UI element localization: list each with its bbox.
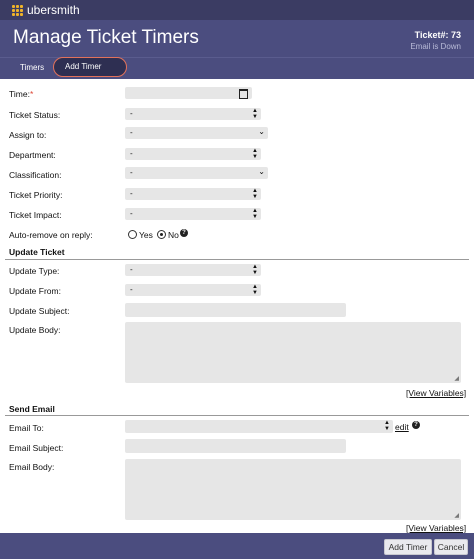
yes-label: Yes (139, 230, 153, 240)
update-from-select[interactable]: - ▲ ▼ (125, 284, 261, 296)
updown-arrow-icon: ▲ ▼ (252, 108, 258, 120)
resize-handle-icon[interactable]: ◢ (454, 512, 459, 519)
update-subject-label: Update Subject: (9, 306, 70, 316)
email-to-edit-link[interactable]: edit (395, 422, 409, 432)
required-marker: * (29, 89, 34, 99)
top-bar: ubersmith (0, 0, 474, 20)
ticket-impact-select[interactable]: - ▲ ▼ (125, 208, 261, 220)
add-timer-button[interactable]: Add Timer (384, 539, 432, 555)
email-body-textarea[interactable]: ◢ (125, 459, 461, 520)
update-from-value: - (130, 285, 133, 294)
department-select[interactable]: - ▲ ▼ (125, 148, 261, 160)
cancel-button[interactable]: Cancel (434, 539, 468, 555)
update-type-select[interactable]: - ▲ ▼ (125, 264, 261, 276)
email-body-label: Email Body: (9, 462, 55, 472)
send-email-heading: Send Email (9, 404, 55, 414)
email-subject-input[interactable] (125, 439, 346, 453)
updown-arrow-icon: ▲ ▼ (252, 188, 258, 200)
ticket-priority-value: - (130, 189, 133, 198)
ticket-status-label: Ticket Status: (9, 110, 61, 120)
email-to-label: Email To: (9, 423, 44, 433)
tab-timers[interactable]: Timers (20, 63, 44, 72)
calendar-icon[interactable] (239, 89, 248, 99)
resize-handle-icon[interactable]: ◢ (454, 375, 459, 382)
ticket-number: Ticket#: 73 (414, 30, 461, 40)
department-label: Department: (9, 150, 56, 160)
help-icon[interactable]: ? (412, 421, 420, 429)
page-title: Manage Ticket Timers (13, 27, 199, 48)
ticket-status-value: - (130, 109, 133, 118)
time-label: Time:* (9, 89, 34, 99)
brand-name[interactable]: ubersmith (27, 3, 80, 17)
department-value: - (130, 149, 133, 158)
assign-to-value: - (130, 128, 133, 137)
auto-remove-yes-radio[interactable] (128, 230, 137, 239)
help-icon[interactable]: ? (180, 229, 188, 237)
update-body-textarea[interactable]: ◢ (125, 322, 461, 383)
assign-to-select[interactable]: - ⌄ (125, 127, 268, 139)
updown-arrow-icon: ▲ ▼ (252, 208, 258, 220)
update-from-label: Update From: (9, 286, 61, 296)
updown-arrow-icon: ▲ ▼ (252, 284, 258, 296)
update-body-label: Update Body: (9, 325, 61, 335)
chevron-down-icon: ⌄ (258, 167, 265, 176)
updown-arrow-icon: ▲ ▼ (384, 420, 390, 432)
ticket-impact-label: Ticket Impact: (9, 210, 62, 220)
section-divider (5, 259, 469, 260)
chevron-down-icon: ⌄ (258, 127, 265, 136)
ticket-status-select[interactable]: - ▲ ▼ (125, 108, 261, 120)
update-subject-input[interactable] (125, 303, 346, 317)
update-ticket-heading: Update Ticket (9, 247, 65, 257)
time-input[interactable] (125, 87, 252, 99)
footer-bar: Add Timer Cancel (0, 533, 474, 559)
update-type-value: - (130, 265, 133, 274)
updown-arrow-icon: ▲ ▼ (252, 148, 258, 160)
tab-add-timer-label: Add Timer (65, 62, 102, 71)
updown-arrow-icon: ▲ ▼ (252, 264, 258, 276)
page-header: Manage Ticket Timers Ticket#: 73 Email i… (0, 20, 474, 57)
email-view-variables-link[interactable]: [View Variables] (406, 523, 466, 533)
email-subject-label: Email Subject: (9, 443, 64, 453)
auto-remove-no-radio[interactable] (157, 230, 166, 239)
update-type-label: Update Type: (9, 266, 60, 276)
email-to-select[interactable]: ▲ ▼ (125, 420, 393, 433)
ticket-impact-value: - (130, 209, 133, 218)
no-label: No (168, 230, 179, 240)
classification-value: - (130, 168, 133, 177)
tab-add-timer[interactable]: Add Timer (53, 57, 127, 77)
auto-remove-label: Auto-remove on reply: (9, 230, 93, 240)
classification-select[interactable]: - ⌄ (125, 167, 268, 179)
update-view-variables-link[interactable]: [View Variables] (406, 388, 466, 398)
ticket-priority-label: Ticket Priority: (9, 190, 63, 200)
logo-grid-icon (12, 5, 23, 16)
email-status: Email is Down (410, 42, 461, 51)
ticket-priority-select[interactable]: - ▲ ▼ (125, 188, 261, 200)
section-divider (5, 415, 469, 416)
classification-label: Classification: (9, 170, 62, 180)
assign-to-label: Assign to: (9, 130, 47, 140)
